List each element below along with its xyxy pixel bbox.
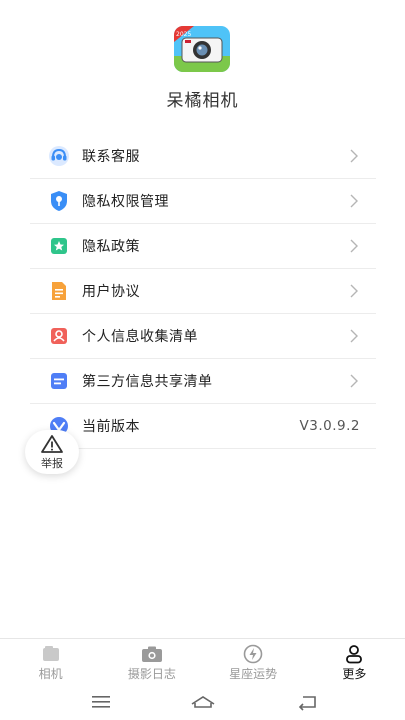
menu-item-current-version: 当前版本 V3.0.9.2 (30, 404, 376, 449)
camera-app-icon: 2025 (174, 26, 230, 72)
person-icon (345, 644, 363, 664)
chevron-right-icon (350, 239, 358, 253)
menu-item-privacy-permissions[interactable]: 隐私权限管理 (30, 179, 376, 224)
back-icon[interactable] (297, 692, 319, 712)
app-icon-badge: 2025 (176, 31, 191, 38)
tab-label: 星座运势 (229, 666, 278, 681)
chevron-right-icon (350, 194, 358, 208)
tab-camera[interactable]: 相机 (0, 639, 101, 686)
report-label: 举报 (41, 456, 63, 470)
settings-menu: 联系客服 隐私权限管理 隐私政策 用户协议 个人信息收集清单 第三方信息共享清单… (30, 134, 376, 449)
chevron-right-icon (350, 329, 358, 343)
chevron-right-icon (350, 374, 358, 388)
customer-service-icon (48, 145, 70, 167)
bottom-tab-bar: 相机 摄影日志 星座运势 更多 (0, 638, 405, 686)
version-value: V3.0.9.2 (299, 418, 360, 434)
user-card-icon (48, 325, 70, 347)
tab-photo-log[interactable]: 摄影日志 (101, 639, 202, 686)
tab-label: 相机 (38, 666, 63, 681)
tab-label: 摄影日志 (127, 666, 176, 681)
system-nav-bar (0, 686, 405, 720)
camera-icon (141, 644, 163, 664)
home-icon[interactable] (190, 692, 216, 712)
list-card-icon (48, 370, 70, 392)
tab-more[interactable]: 更多 (304, 639, 405, 686)
tab-horoscope[interactable]: 星座运势 (203, 639, 304, 686)
shield-key-icon (48, 190, 70, 212)
app-title: 呆橘相机 (166, 91, 239, 111)
menu-label: 当前版本 (82, 419, 140, 435)
menu-item-privacy-policy[interactable]: 隐私政策 (30, 224, 376, 269)
menu-label: 第三方信息共享清单 (82, 374, 213, 390)
menu-item-contact-service[interactable]: 联系客服 (30, 134, 376, 179)
lightning-circle-icon (243, 644, 263, 664)
menu-icon[interactable] (90, 692, 112, 712)
menu-label: 用户协议 (82, 284, 140, 300)
menu-item-third-party-sharing[interactable]: 第三方信息共享清单 (30, 359, 376, 404)
report-button[interactable]: 举报 (25, 430, 79, 474)
tab-label: 更多 (342, 666, 367, 681)
chevron-right-icon (350, 284, 358, 298)
app-header: 2025 呆橘相机 (0, 0, 405, 130)
chevron-right-icon (350, 149, 358, 163)
menu-item-user-agreement[interactable]: 用户协议 (30, 269, 376, 314)
document-icon (48, 280, 70, 302)
menu-item-personal-info-list[interactable]: 个人信息收集清单 (30, 314, 376, 359)
warning-triangle-icon (41, 434, 63, 453)
menu-label: 联系客服 (82, 149, 140, 165)
photo-icon (41, 644, 61, 664)
menu-label: 隐私政策 (82, 239, 140, 255)
bookmark-star-icon (48, 235, 70, 257)
menu-label: 隐私权限管理 (82, 194, 169, 210)
menu-label: 个人信息收集清单 (82, 329, 198, 345)
